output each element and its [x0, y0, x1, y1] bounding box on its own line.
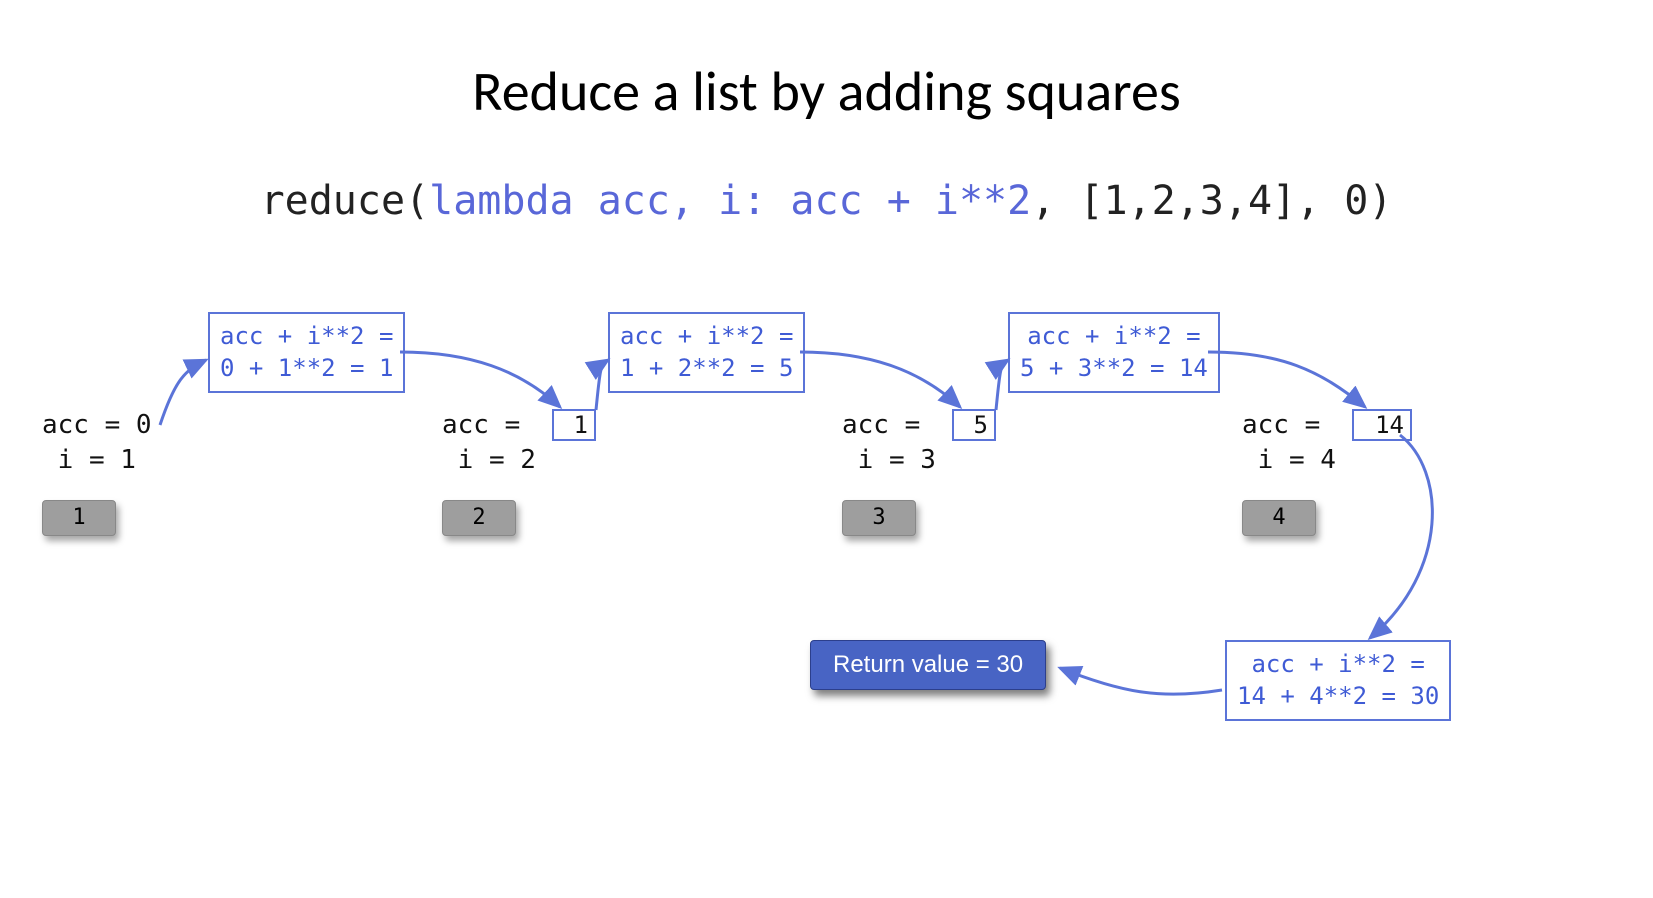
step-2-chip: 2 — [442, 500, 516, 536]
arrow-1-down — [400, 352, 560, 407]
diagram-canvas: Reduce a list by adding squares reduce(l… — [0, 0, 1653, 898]
step-1-acc: acc = 0 — [42, 408, 242, 443]
step-2-i: i = 2 — [442, 443, 642, 478]
calc-3: acc + i**2 = 5 + 3**2 = 14 — [1008, 312, 1220, 393]
calc-1-line2: 0 + 1**2 = 1 — [220, 354, 393, 382]
step-3-accbox: 5 — [952, 409, 996, 441]
arrow-2-down — [800, 352, 960, 407]
step-1: acc = 0 i = 1 1 — [42, 408, 242, 536]
step-4-acc: acc = — [1242, 408, 1442, 443]
step-2-accbox: 1 — [552, 409, 596, 441]
code-expression: reduce(lambda acc, i: acc + i**2, [1,2,3… — [0, 178, 1653, 224]
step-1-i: i = 1 — [42, 443, 242, 478]
step-3: acc = i = 3 3 — [842, 408, 1042, 536]
step-1-chip: 1 — [42, 500, 116, 536]
arrow-3-up — [996, 360, 1008, 410]
step-4-accbox: 14 — [1352, 409, 1412, 441]
calc-3-line1: acc + i**2 = — [1027, 322, 1200, 350]
calc-2-line2: 1 + 2**2 = 5 — [620, 354, 793, 382]
calc-4-line2: 14 + 4**2 = 30 — [1237, 682, 1439, 710]
calc-3-line2: 5 + 3**2 = 14 — [1020, 354, 1208, 382]
arrow-return — [1060, 668, 1222, 694]
step-4: acc = i = 4 4 — [1242, 408, 1442, 536]
arrow-3-down — [1208, 352, 1365, 407]
calc-1: acc + i**2 = 0 + 1**2 = 1 — [208, 312, 405, 393]
step-3-chip: 3 — [842, 500, 916, 536]
diagram-title: Reduce a list by adding squares — [0, 58, 1653, 126]
arrow-2-up — [596, 360, 608, 410]
calc-2-line1: acc + i**2 = — [620, 322, 793, 350]
step-2-acc: acc = — [442, 408, 642, 443]
step-2: acc = i = 2 2 — [442, 408, 642, 536]
step-3-i: i = 3 — [842, 443, 1042, 478]
calc-2: acc + i**2 = 1 + 2**2 = 5 — [608, 312, 805, 393]
code-prefix: reduce( — [261, 178, 430, 224]
step-4-chip: 4 — [1242, 500, 1316, 536]
code-suffix: , [1,2,3,4], 0) — [1031, 178, 1392, 224]
step-3-acc: acc = — [842, 408, 1042, 443]
return-box: Return value = 30 — [810, 640, 1046, 690]
calc-1-line1: acc + i**2 = — [220, 322, 393, 350]
calc-4: acc + i**2 = 14 + 4**2 = 30 — [1225, 640, 1451, 721]
step-4-i: i = 4 — [1242, 443, 1442, 478]
calc-4-line1: acc + i**2 = — [1251, 650, 1424, 678]
code-lambda: lambda acc, i: acc + i**2 — [429, 178, 1031, 224]
